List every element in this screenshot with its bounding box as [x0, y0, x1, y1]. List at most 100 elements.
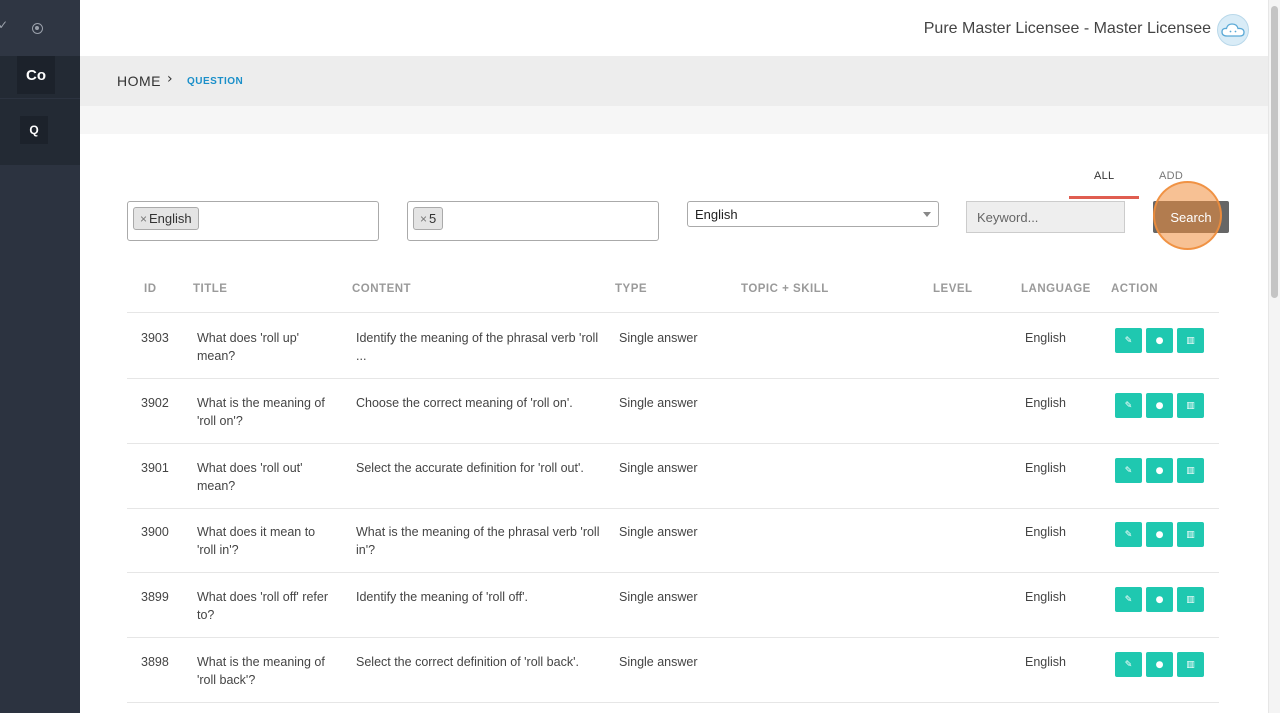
cell-id: 3899: [141, 590, 169, 604]
cell-language: English: [1025, 655, 1066, 669]
level-tag-input[interactable]: × 5: [407, 201, 659, 241]
edit-icon[interactable]: ✎: [1115, 458, 1142, 483]
cell-id: 3900: [141, 525, 169, 539]
comment-icon[interactable]: ●: [1146, 458, 1173, 483]
row-actions: ✎ ● ▥: [1115, 587, 1204, 612]
search-button[interactable]: [1153, 201, 1229, 233]
tag-label: English: [149, 211, 192, 226]
cell-language: English: [1025, 396, 1066, 410]
sidebar: ✓ Co Q: [0, 0, 80, 713]
language-tag: × English: [133, 207, 199, 230]
row-actions: ✎ ● ▥: [1115, 652, 1204, 677]
trash-icon[interactable]: ▥: [1177, 587, 1204, 612]
remove-tag-icon[interactable]: ×: [420, 212, 427, 226]
row-actions: ✎ ● ▥: [1115, 522, 1204, 547]
cell-title: What does it mean to 'roll in'?: [197, 525, 316, 557]
sidebar-item-label: Q: [20, 116, 48, 144]
cell-content: Identify the meaning of 'roll off'.: [356, 590, 529, 604]
sidebar-header: ✓: [0, 0, 80, 56]
cell-id: 3898: [141, 655, 169, 669]
cell-type: Single answer: [619, 331, 698, 345]
cell-type: Single answer: [619, 655, 698, 669]
cell-type: Single answer: [619, 396, 698, 410]
comment-icon[interactable]: ●: [1146, 393, 1173, 418]
trash-icon[interactable]: ▥: [1177, 652, 1204, 677]
cell-content: Choose the correct meaning of 'roll on'.: [356, 396, 573, 410]
scrollbar[interactable]: [1268, 0, 1280, 713]
edit-icon[interactable]: ✎: [1115, 587, 1142, 612]
row-actions: ✎ ● ▥: [1115, 458, 1204, 483]
avatar[interactable]: [1217, 14, 1249, 46]
column-header-topic-skill: TOPIC + SKILL: [741, 283, 829, 295]
sidebar-item-q[interactable]: Q: [0, 99, 80, 165]
trash-icon[interactable]: ▥: [1177, 328, 1204, 353]
cell-content: What is the meaning of the phrasal verb …: [356, 525, 600, 557]
cell-type: Single answer: [619, 525, 698, 539]
trash-icon[interactable]: ▥: [1177, 522, 1204, 547]
cell-content: Select the accurate definition for 'roll…: [356, 461, 584, 475]
remove-tag-icon[interactable]: ×: [140, 212, 147, 226]
caret-down-icon: [923, 212, 931, 217]
column-header-type: TYPE: [615, 283, 648, 295]
cell-language: English: [1025, 461, 1066, 475]
tab-add[interactable]: ADD: [1159, 170, 1183, 182]
edit-icon[interactable]: ✎: [1115, 522, 1142, 547]
column-header-language: LANGUAGE: [1021, 283, 1091, 295]
comment-icon[interactable]: ●: [1146, 522, 1173, 547]
row-actions: ✎ ● ▥: [1115, 393, 1204, 418]
cell-type: Single answer: [619, 590, 698, 604]
trash-icon[interactable]: ▥: [1177, 393, 1204, 418]
comment-icon[interactable]: ●: [1146, 652, 1173, 677]
level-tag: × 5: [413, 207, 444, 230]
scrollbar-thumb[interactable]: [1271, 6, 1278, 298]
table-row: 3902 What is the meaning of 'roll on'? C…: [127, 379, 1219, 444]
cell-id: 3902: [141, 396, 169, 410]
comment-icon[interactable]: ●: [1146, 587, 1173, 612]
sidebar-item-co[interactable]: Co: [0, 56, 80, 98]
user-name[interactable]: Pure Master Licensee - Master Licensee: [924, 20, 1211, 38]
language-tag-input[interactable]: × English: [127, 201, 379, 241]
breadcrumb-current: QUESTION: [187, 76, 244, 87]
cell-language: English: [1025, 525, 1066, 539]
cell-type: Single answer: [619, 461, 698, 475]
column-header-title: TITLE: [193, 283, 228, 295]
table-row: 3899 What does 'roll off' refer to? Iden…: [127, 573, 1219, 638]
checkmark-icon[interactable]: ✓: [0, 18, 8, 32]
cell-content: Select the correct definition of 'roll b…: [356, 655, 579, 669]
top-bar: Pure Master Licensee - Master Licensee: [80, 0, 1268, 56]
edit-icon[interactable]: ✎: [1115, 652, 1142, 677]
cell-content: Identify the meaning of the phrasal verb…: [356, 331, 599, 363]
cloud-icon: [1221, 23, 1245, 37]
cell-language: English: [1025, 331, 1066, 345]
sub-header-band: [80, 106, 1268, 134]
row-actions: ✎ ● ▥: [1115, 328, 1204, 353]
table-row: 3903 What does 'roll up' mean? Identify …: [127, 314, 1219, 379]
cell-title: What does 'roll off' refer to?: [197, 590, 328, 622]
cell-title: What is the meaning of 'roll back'?: [197, 655, 325, 687]
select-value: English: [695, 207, 738, 222]
active-tab-indicator: [1069, 196, 1139, 199]
tag-label: 5: [429, 211, 437, 226]
cell-id: 3903: [141, 331, 169, 345]
edit-icon[interactable]: ✎: [1115, 393, 1142, 418]
cell-title: What is the meaning of 'roll on'?: [197, 396, 325, 428]
column-header-id: ID: [144, 283, 157, 295]
cell-language: English: [1025, 590, 1066, 604]
trash-icon[interactable]: ▥: [1177, 458, 1204, 483]
column-header-action: ACTION: [1111, 283, 1159, 295]
edit-icon[interactable]: ✎: [1115, 328, 1142, 353]
breadcrumb-home[interactable]: HOME: [117, 73, 161, 89]
cell-title: What does 'roll up' mean?: [197, 331, 300, 363]
breadcrumb: HOME › QUESTION: [80, 56, 1268, 106]
sidebar-item-label: Co: [17, 56, 55, 94]
target-icon[interactable]: [32, 23, 43, 34]
column-header-content: CONTENT: [352, 283, 412, 295]
language-select[interactable]: English: [687, 201, 939, 227]
tab-all[interactable]: ALL: [1094, 170, 1114, 182]
table-row: 3898 What is the meaning of 'roll back'?…: [127, 638, 1219, 703]
table-row: 3900 What does it mean to 'roll in'? Wha…: [127, 508, 1219, 573]
keyword-input[interactable]: [966, 201, 1125, 233]
comment-icon[interactable]: ●: [1146, 328, 1173, 353]
table-row: 3901 What does 'roll out' mean? Select t…: [127, 444, 1219, 509]
cell-title: What does 'roll out' mean?: [197, 461, 303, 493]
